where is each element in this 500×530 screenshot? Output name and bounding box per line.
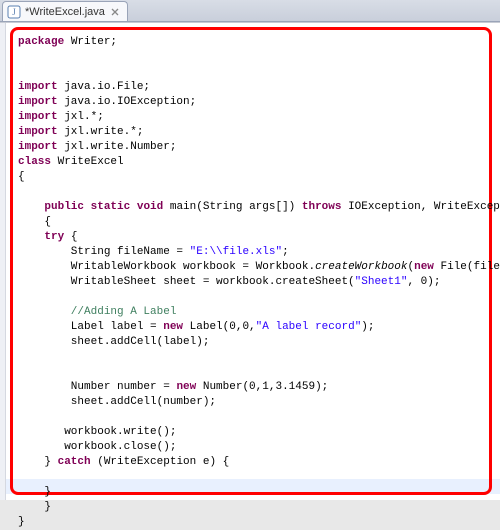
close-icon[interactable] (109, 6, 121, 18)
code-editor[interactable]: package Writer; import java.io.File; imp… (0, 22, 500, 500)
editor-tab-bar: J *WriteExcel.java (0, 0, 500, 22)
editor-tab[interactable]: J *WriteExcel.java (2, 1, 128, 21)
tab-title: *WriteExcel.java (25, 6, 105, 18)
java-file-icon: J (7, 5, 21, 19)
svg-text:J: J (12, 7, 16, 17)
source-code[interactable]: package Writer; import java.io.File; imp… (0, 29, 500, 530)
